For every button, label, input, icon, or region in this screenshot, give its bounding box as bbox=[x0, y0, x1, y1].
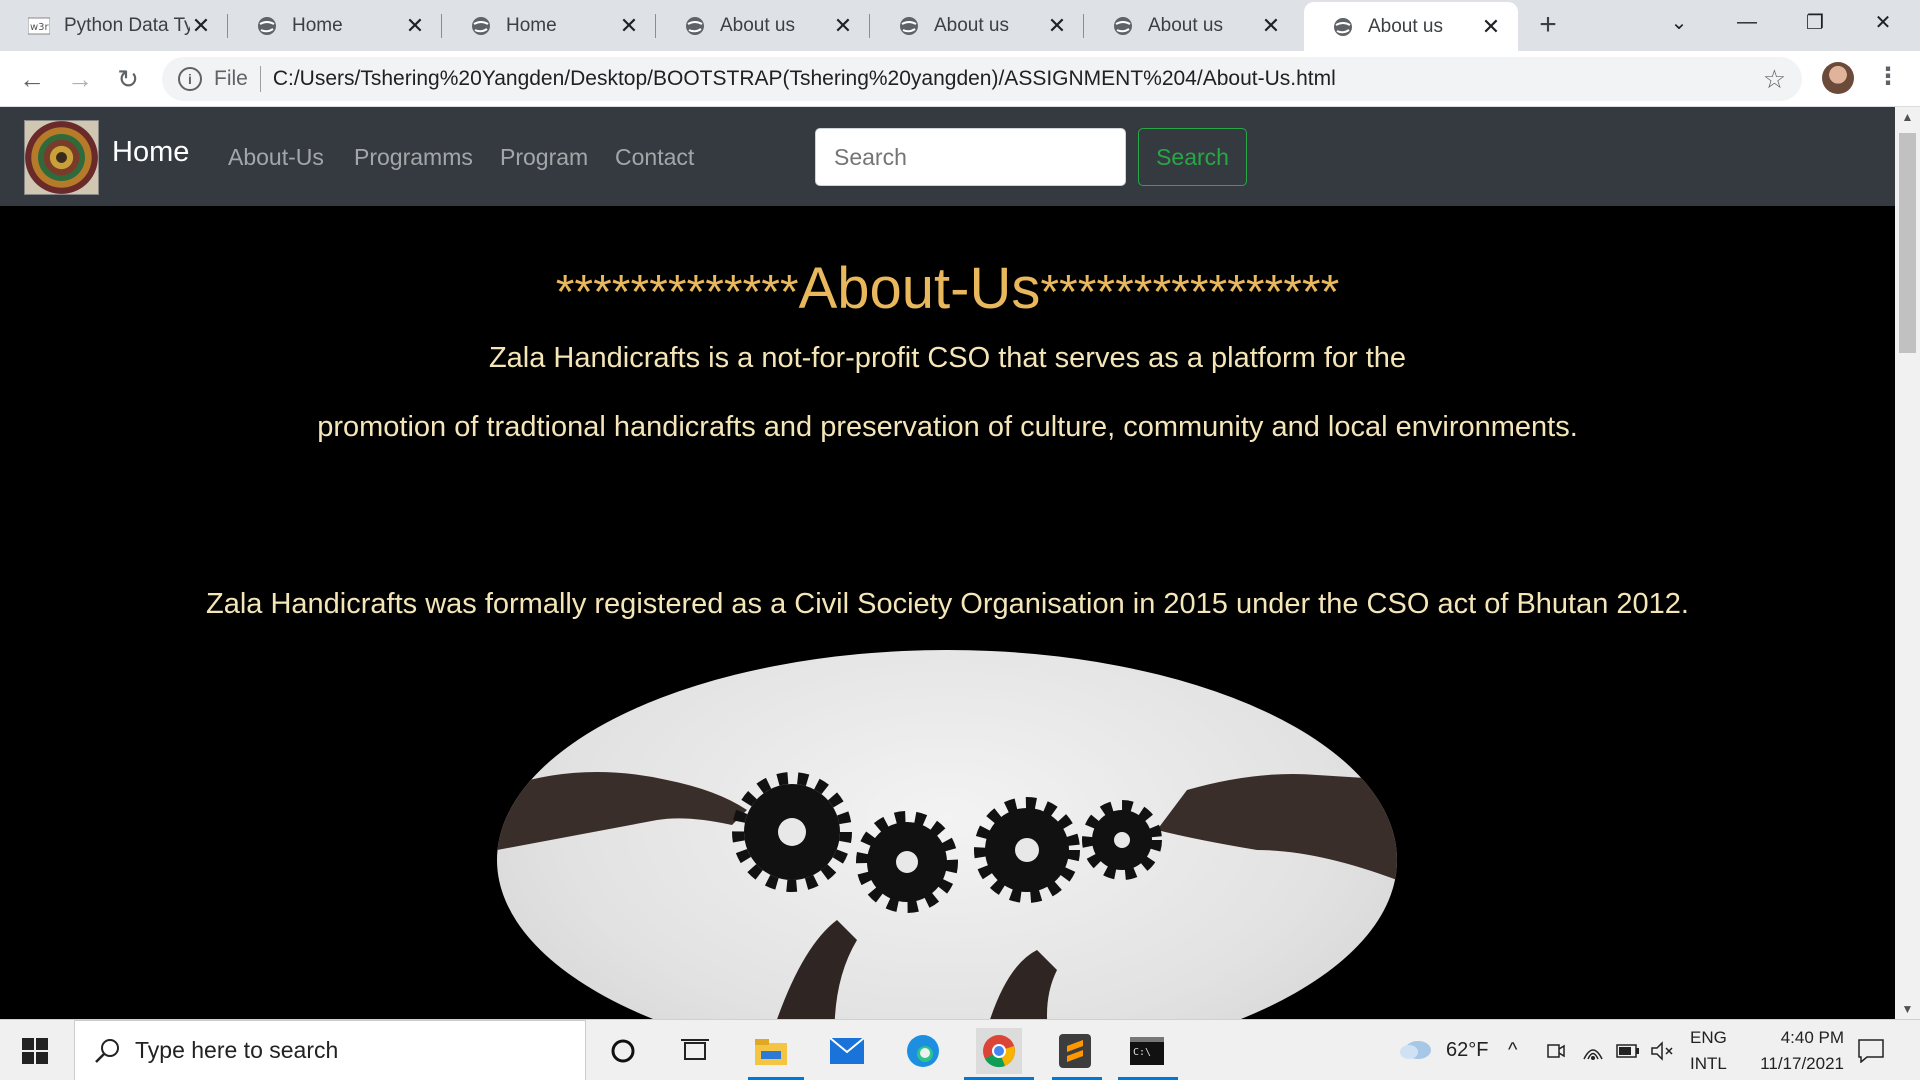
more-menu-icon[interactable]: ⋮ bbox=[1876, 60, 1900, 96]
tab-title: About us bbox=[720, 14, 795, 36]
language-top: ENG bbox=[1690, 1027, 1727, 1047]
globe-icon bbox=[256, 15, 278, 37]
info-icon[interactable]: i bbox=[178, 67, 202, 91]
back-button[interactable]: ← bbox=[14, 61, 50, 97]
tab-title: About us bbox=[1148, 14, 1223, 36]
file-explorer-icon[interactable] bbox=[748, 1028, 794, 1074]
clock-date: 11/17/2021 bbox=[1760, 1053, 1844, 1073]
tab-about-us-1[interactable]: About us ✕ bbox=[656, 0, 870, 51]
tab-strip: w3r Python Data Ty ✕ Home ✕ Home ✕ About… bbox=[0, 0, 1920, 51]
tab-title: Python Data Ty bbox=[64, 14, 190, 36]
page-scrollbar[interactable]: ▲ ▼ bbox=[1895, 107, 1920, 1019]
nav-link-contact[interactable]: Contact bbox=[615, 144, 694, 171]
profile-avatar[interactable] bbox=[1822, 62, 1854, 94]
restore-button[interactable]: ❐ bbox=[1781, 0, 1849, 44]
browser-toolbar: ← → ↻ i File C:/Users/Tshering%20Yangden… bbox=[0, 51, 1920, 107]
close-icon[interactable]: ✕ bbox=[190, 13, 212, 39]
address-bar[interactable]: i File C:/Users/Tshering%20Yangden/Deskt… bbox=[162, 57, 1802, 101]
heading-stars-right: **************** bbox=[1040, 266, 1340, 319]
nav-link-about-us[interactable]: About-Us bbox=[228, 144, 324, 171]
navbar-brand[interactable]: Home bbox=[112, 136, 189, 169]
chrome-icon[interactable] bbox=[976, 1028, 1022, 1074]
tab-about-us-2[interactable]: About us ✕ bbox=[870, 0, 1084, 51]
show-hidden-icons-chevron-icon[interactable]: ^ bbox=[1508, 1020, 1517, 1080]
divider bbox=[259, 66, 261, 92]
tab-title: Home bbox=[506, 14, 557, 36]
globe-icon bbox=[898, 15, 920, 37]
bookmark-star-icon[interactable]: ☆ bbox=[1763, 64, 1786, 95]
nav-link-program[interactable]: Program bbox=[500, 144, 588, 171]
meet-now-icon[interactable] bbox=[1546, 1020, 1566, 1080]
mail-icon[interactable] bbox=[824, 1028, 870, 1074]
globe-icon bbox=[470, 15, 492, 37]
tab-title: Home bbox=[292, 14, 343, 36]
page-viewport: Home About-Us Programms Program Contact … bbox=[0, 107, 1895, 1019]
scroll-up-arrow-icon[interactable]: ▲ bbox=[1895, 107, 1920, 127]
weather-widget[interactable]: 62°F bbox=[1398, 1020, 1488, 1080]
heading-text: About-Us bbox=[798, 256, 1041, 321]
close-window-button[interactable]: ✕ bbox=[1849, 0, 1917, 44]
close-icon[interactable]: ✕ bbox=[1480, 14, 1502, 40]
close-icon[interactable]: ✕ bbox=[618, 13, 640, 39]
teamwork-gears-image bbox=[497, 650, 1397, 1019]
command-prompt-icon[interactable]: C:\ bbox=[1124, 1028, 1170, 1074]
forward-button[interactable]: → bbox=[62, 61, 98, 97]
site-logo[interactable] bbox=[24, 120, 99, 195]
task-view-icon[interactable] bbox=[672, 1028, 718, 1074]
taskbar-search-placeholder: Type here to search bbox=[135, 1037, 339, 1063]
site-navbar: Home About-Us Programms Program Contact … bbox=[0, 107, 1895, 206]
search-icon bbox=[93, 1037, 121, 1071]
tab-about-us-3[interactable]: About us ✕ bbox=[1084, 0, 1298, 51]
close-icon[interactable]: ✕ bbox=[1260, 13, 1282, 39]
edge-icon[interactable] bbox=[900, 1028, 946, 1074]
language-bottom: INTL bbox=[1690, 1053, 1727, 1073]
notifications-icon[interactable] bbox=[1858, 1020, 1884, 1080]
tab-python-data-types[interactable]: w3r Python Data Ty ✕ bbox=[0, 0, 228, 51]
intro-line-2: promotion of tradtional handicrafts and … bbox=[317, 411, 1578, 443]
search-input[interactable] bbox=[815, 128, 1126, 186]
new-tab-button[interactable]: + bbox=[1530, 8, 1566, 44]
clock[interactable]: 4:40 PM 11/17/2021 bbox=[1742, 1020, 1844, 1080]
volume-muted-icon[interactable] bbox=[1650, 1020, 1674, 1080]
taskbar-search-box[interactable]: Type here to search bbox=[74, 1020, 586, 1080]
windows-start-icon[interactable] bbox=[12, 1028, 58, 1074]
tab-title: About us bbox=[1368, 15, 1443, 37]
cloud-icon bbox=[1398, 1036, 1432, 1066]
tab-home-1[interactable]: Home ✕ bbox=[228, 0, 442, 51]
globe-icon bbox=[1112, 15, 1134, 37]
tab-about-us-active[interactable]: About us ✕ bbox=[1304, 2, 1518, 51]
minimize-button[interactable]: — bbox=[1713, 0, 1781, 44]
globe-icon bbox=[684, 15, 706, 37]
tab-search-chevron-icon[interactable]: ⌄ bbox=[1645, 0, 1713, 44]
cortana-icon[interactable] bbox=[600, 1028, 646, 1074]
close-icon[interactable]: ✕ bbox=[1046, 13, 1068, 39]
intro-line-1: Zala Handicrafts is a not-for-profit CSO… bbox=[488, 342, 1407, 374]
reload-button[interactable]: ↻ bbox=[110, 61, 146, 97]
language-indicator[interactable]: ENG INTL bbox=[1690, 1020, 1727, 1080]
w3r-icon: w3r bbox=[28, 15, 50, 37]
globe-icon bbox=[1332, 16, 1354, 38]
registration-paragraph: Zala Handicrafts was formally registered… bbox=[206, 588, 1689, 620]
close-icon[interactable]: ✕ bbox=[404, 13, 426, 39]
url-text[interactable]: C:/Users/Tshering%20Yangden/Desktop/BOOT… bbox=[273, 67, 1336, 91]
weather-temperature: 62°F bbox=[1446, 1039, 1489, 1061]
windows-taskbar: Type here to search C:\ 62°F ^ ENG INTL … bbox=[0, 1019, 1920, 1080]
nav-link-programms[interactable]: Programms bbox=[354, 144, 473, 171]
battery-icon[interactable] bbox=[1616, 1020, 1640, 1080]
close-icon[interactable]: ✕ bbox=[832, 13, 854, 39]
page-heading: *************About-Us**************** bbox=[0, 255, 1895, 322]
svg-text:w3r: w3r bbox=[30, 22, 50, 33]
wifi-icon[interactable] bbox=[1582, 1020, 1604, 1080]
clock-time: 4:40 PM bbox=[1780, 1027, 1844, 1047]
scrollbar-thumb[interactable] bbox=[1899, 133, 1916, 353]
tab-home-2[interactable]: Home ✕ bbox=[442, 0, 656, 51]
sublime-text-icon[interactable] bbox=[1052, 1028, 1098, 1074]
url-scheme: File bbox=[214, 67, 248, 90]
search-button[interactable]: Search bbox=[1138, 128, 1247, 186]
svg-text:C:\: C:\ bbox=[1133, 1047, 1151, 1058]
scroll-down-arrow-icon[interactable]: ▼ bbox=[1895, 999, 1920, 1019]
tab-title: About us bbox=[934, 14, 1009, 36]
heading-stars-left: ************* bbox=[555, 266, 799, 319]
